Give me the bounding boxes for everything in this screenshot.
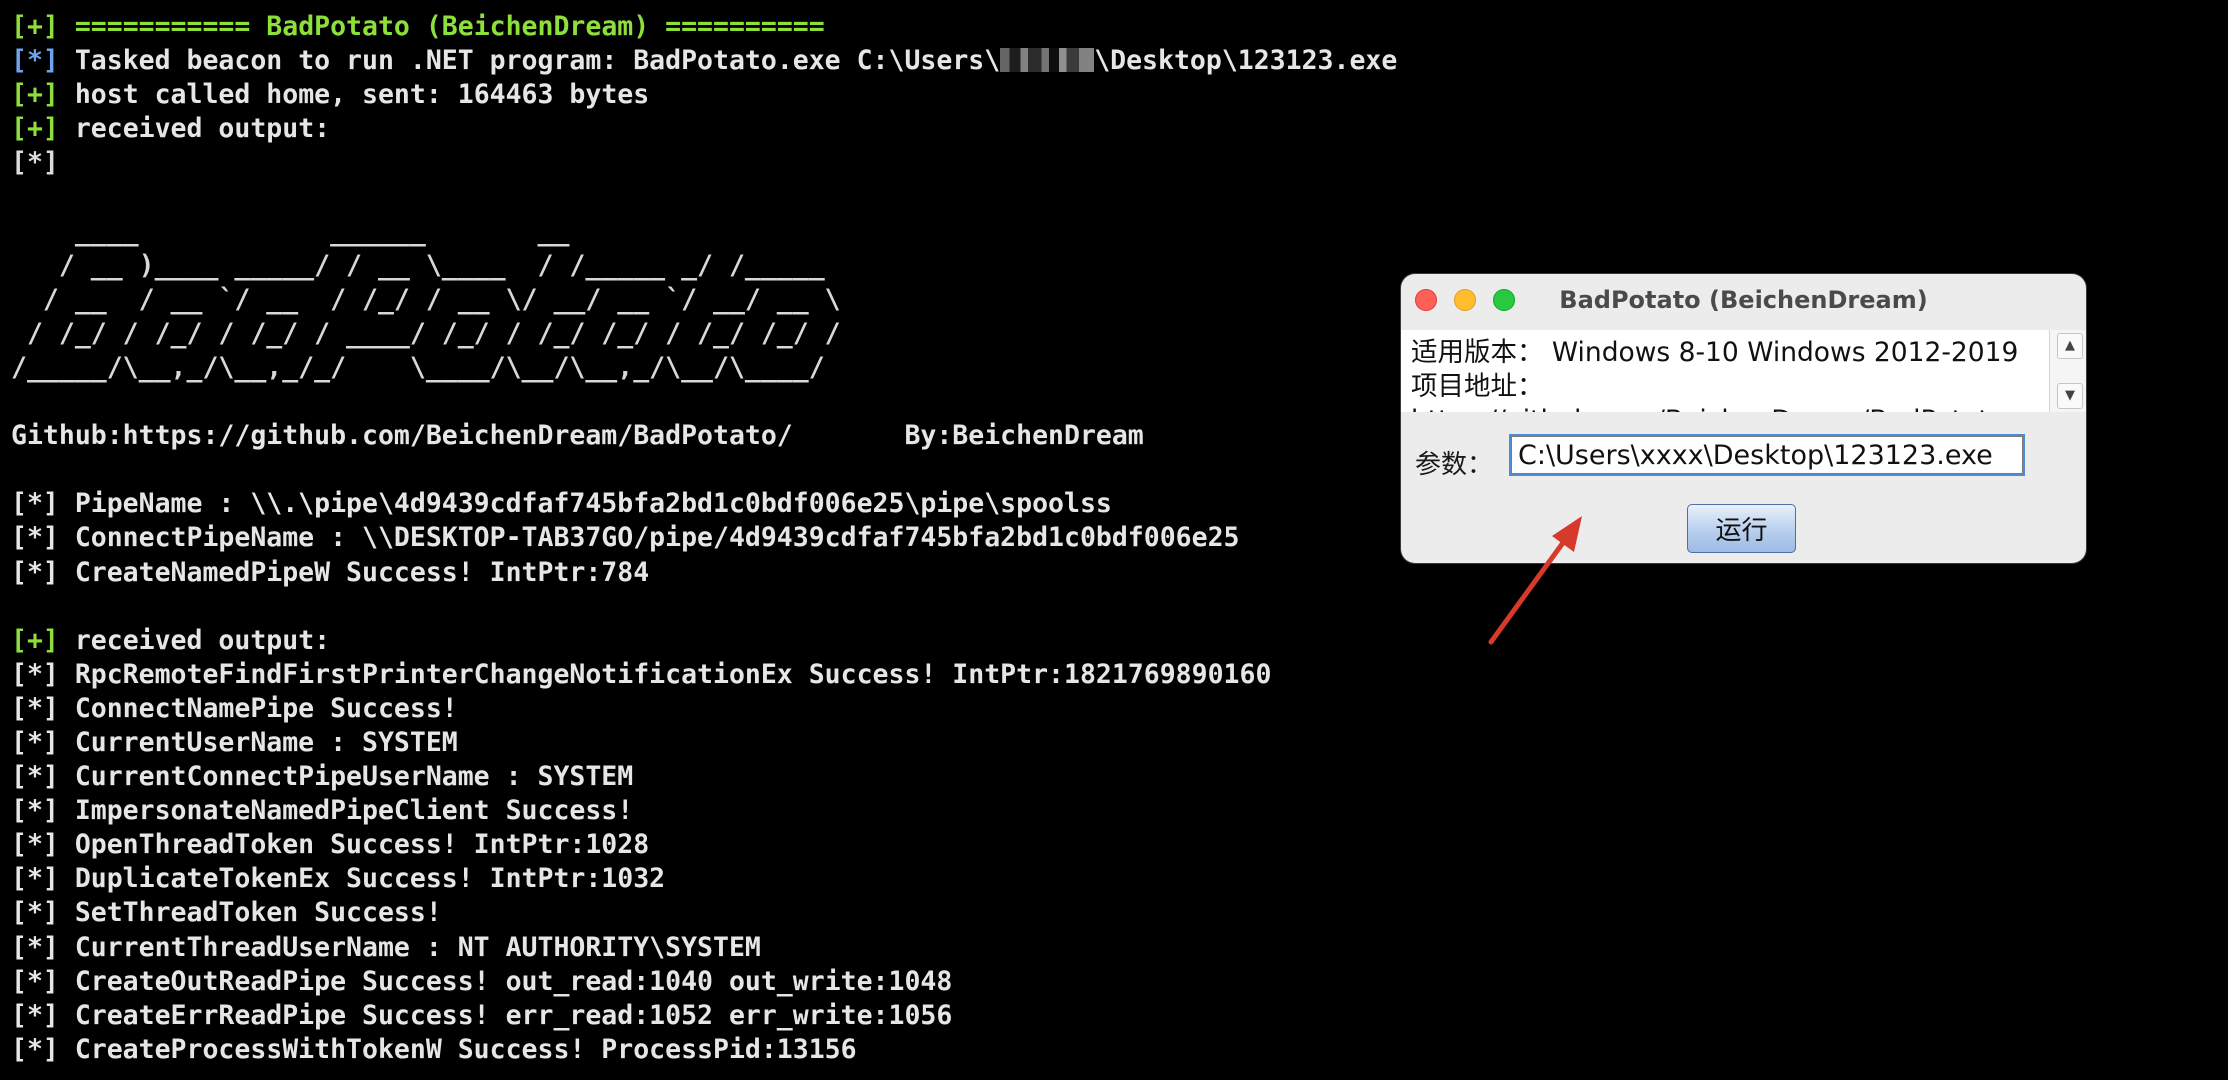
terminal-line: [*] SetThreadToken Success! <box>11 897 442 929</box>
terminal-line: [*] CurrentConnectPipeUserName : SYSTEM <box>11 761 634 793</box>
info-text-area[interactable]: 适用版本： Windows 8-10 Windows 2012-2019 项目地… <box>1401 330 2049 412</box>
ascii-art-line: ____ ______ __ <box>11 215 745 247</box>
terminal-line: [*] CreateErrReadPipe Success! err_read:… <box>11 999 953 1031</box>
terminal-line: [*] OpenThreadToken Success! IntPtr:1028 <box>11 829 650 861</box>
terminal-line: [*] CreateOutReadPipe Success! out_read:… <box>11 965 953 997</box>
line-prefix: [+] <box>11 624 59 656</box>
line-text: received output: <box>58 113 331 145</box>
terminal-line: [+] received output: <box>11 112 1391 146</box>
terminal-line: [*] ConnectPipeName : \\DESKTOP-TAB37GO/… <box>11 522 1240 554</box>
line-prefix: [+] <box>11 79 59 111</box>
terminal-line: [+] host called home, sent: 164463 bytes <box>11 78 1391 112</box>
terminal-line: [+] received output: <box>11 624 1391 658</box>
redacted-username <box>1000 48 1095 73</box>
ascii-art-line: / __ / __ `/ __ / /_/ / __ \/ __/ __ `/ … <box>11 283 841 315</box>
run-button[interactable]: 运行 <box>1687 504 1796 553</box>
ascii-art-line: / __ )____ _____/ / __ \____ / /_____ _/… <box>11 249 825 281</box>
terminal-line: [*] ImpersonateNamedPipeClient Success! <box>11 795 634 827</box>
window-titlebar[interactable]: BadPotato (BeichenDream) <box>1401 274 2086 322</box>
ascii-art-line: / /_/ / /_/ / /_/ / ____/ /_/ / /_/ /_/ … <box>11 317 841 349</box>
terminal-output: [+] =========== BadPotato (BeichenDream)… <box>11 10 1397 1067</box>
param-input[interactable] <box>1509 434 2025 476</box>
line-text: host called home, sent: 164463 bytes <box>58 79 650 111</box>
info-text: 适用版本： Windows 8-10 Windows 2012-2019 项目地… <box>1411 337 2019 412</box>
terminal-line: [*] ConnectNamePipe Success! <box>11 692 458 724</box>
terminal-line: [*] DuplicateTokenEx Success! IntPtr:103… <box>11 863 666 895</box>
terminal-line: [*] <box>11 146 1391 180</box>
github-line: Github:https://github.com/BeichenDream/B… <box>11 420 1144 452</box>
line-text: =========== BadPotato (BeichenDream) ===… <box>58 11 825 42</box>
line-prefix: [+] <box>11 113 59 145</box>
scroll-down-arrow-icon[interactable]: ▼ <box>2057 383 2083 409</box>
terminal-line: [+] =========== BadPotato (BeichenDream)… <box>11 10 1391 44</box>
ascii-art-line: /_____/\__,_/\__,_/_/ \____/\__/\__,_/\_… <box>11 351 825 383</box>
param-label: 参数： <box>1415 450 1494 480</box>
window-title: BadPotato (BeichenDream) <box>1559 286 1928 314</box>
terminal-line: [*] PipeName : \\.\pipe\4d9439cdfaf745bf… <box>11 488 1112 520</box>
line-prefix: [+] <box>11 11 59 42</box>
scroll-up-arrow-icon[interactable]: ▲ <box>2057 333 2083 359</box>
line-text: \Desktop\123123.exe <box>1094 45 1398 77</box>
info-scrollbar[interactable]: ▲ ▼ <box>2049 330 2086 412</box>
terminal-line: [*] CurrentUserName : SYSTEM <box>11 726 458 758</box>
terminal-line: [*] RpcRemoteFindFirstPrinterChangeNotif… <box>11 658 1272 690</box>
badpotato-dialog-window: BadPotato (BeichenDream) 适用版本： Windows 8… <box>1401 274 2086 563</box>
terminal-line: [*] CurrentThreadUserName : NT AUTHORITY… <box>11 931 761 963</box>
line-text: Tasked beacon to run .NET program: BadPo… <box>58 45 1001 77</box>
line-text: received output: <box>58 624 331 656</box>
terminal-line: [*] Tasked beacon to run .NET program: B… <box>11 44 1397 78</box>
terminal-line: [*] CreateProcessWithTokenW Success! Pro… <box>11 1033 857 1065</box>
terminal-line: [*] CreateNamedPipeW Success! IntPtr:784 <box>11 556 650 588</box>
line-prefix: [*] <box>11 147 59 179</box>
line-prefix: [*] <box>11 45 59 77</box>
